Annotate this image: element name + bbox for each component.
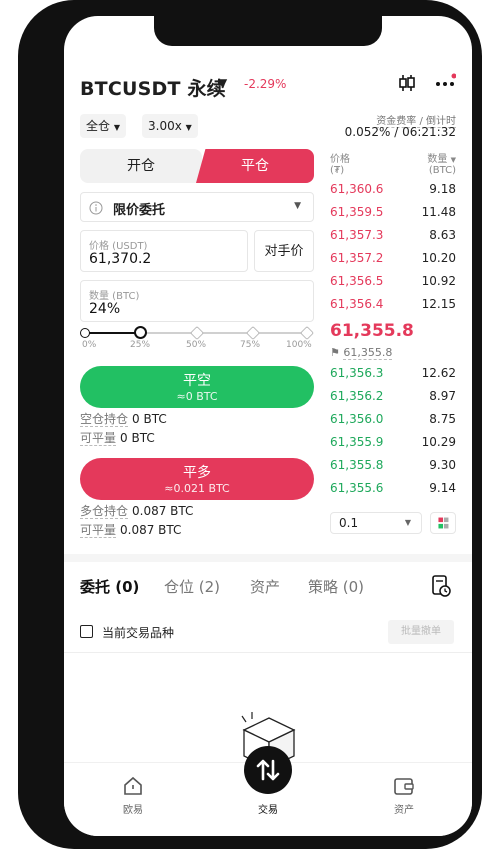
batch-cancel-button[interactable]: 批量撤单 (388, 620, 454, 644)
ask-row[interactable]: 61,357.2 10.20 (330, 251, 456, 274)
short-holding-row: 空仓持仓 0 BTC (80, 412, 167, 427)
orderbook-price-header: 价格 (₮) (330, 154, 350, 176)
symbol-title[interactable]: BTCUSDT 永续 (80, 74, 226, 101)
close-short-amount: ≈0 BTC (176, 390, 218, 403)
close-long-button[interactable]: 平多 ≈0.021 BTC (80, 458, 314, 500)
phone-frame: BTCUSDT 永续 ▼ -2.29% 全仓 ▼ 3.00x ▼ 资金费率 / … (18, 0, 482, 849)
slider-mark-100[interactable] (299, 325, 315, 341)
slider-pct-label: 100% (286, 340, 312, 350)
bid-row[interactable]: 61,356.3 12.62 (330, 366, 456, 389)
tab-open[interactable]: 开仓 (80, 149, 202, 183)
tab-strategies[interactable]: 策略 (0) (308, 576, 364, 597)
close-short-label: 平空 (183, 373, 211, 389)
slider-pct-label: 25% (130, 340, 151, 350)
info-icon (89, 201, 103, 215)
order-type-select[interactable]: 限价委托 ▼ (80, 192, 314, 222)
ask-row[interactable]: 61,360.6 9.18 (330, 182, 456, 205)
slider-pct-label: 50% (186, 340, 207, 350)
tab-close[interactable]: 平仓 (196, 149, 314, 183)
slider-mark-0[interactable] (80, 328, 90, 338)
quantity-value[interactable]: 24% (89, 301, 120, 317)
ask-row[interactable]: 61,356.5 10.92 (330, 274, 456, 297)
divider (64, 652, 472, 653)
mark-price: ⚑ 61,355.8 (330, 346, 393, 360)
bid-row[interactable]: 61,355.6 9.14 (330, 481, 456, 504)
nav-assets-label[interactable]: 资产 (374, 801, 434, 816)
nav-trade-label[interactable]: 交易 (238, 801, 298, 816)
counterparty-price-button[interactable]: 对手价 (254, 230, 314, 272)
depth-select[interactable]: 0.1 ▼ (330, 512, 422, 534)
chevron-down-icon: ▼ (404, 518, 411, 527)
bid-row[interactable]: 61,356.2 8.97 (330, 389, 456, 412)
leverage-select[interactable]: 3.00x ▼ (142, 114, 198, 138)
candlestick-chart-icon[interactable] (396, 72, 418, 94)
price-input[interactable]: 价格 (USDT) 61,370.2 (80, 230, 248, 272)
notch (154, 16, 382, 46)
app-screen: BTCUSDT 永续 ▼ -2.29% 全仓 ▼ 3.00x ▼ 资金费率 / … (64, 16, 472, 836)
quantity-label: 数量 (BTC) (89, 291, 140, 302)
tab-orders[interactable]: 委托 (0) (80, 576, 139, 597)
long-holding-row: 多仓持仓 0.087 BTC (80, 504, 194, 519)
current-symbol-label[interactable]: 当前交易品种 (102, 624, 174, 641)
swap-arrows-icon (256, 759, 280, 781)
slider-mark-75[interactable] (245, 325, 261, 341)
order-history-icon[interactable] (430, 574, 452, 598)
home-icon[interactable] (122, 775, 144, 797)
ask-row[interactable]: 61,356.4 12.15 (330, 297, 456, 320)
bid-row[interactable]: 61,355.8 9.30 (330, 458, 456, 481)
slider-mark-50[interactable] (189, 325, 205, 341)
tab-positions[interactable]: 仓位 (2) (164, 576, 220, 597)
quantity-input[interactable]: 数量 (BTC) 24% (80, 280, 314, 322)
close-long-label: 平多 (183, 465, 211, 481)
symbol-dropdown-icon[interactable]: ▼ (218, 76, 227, 90)
short-closable-row: 可平量 0 BTC (80, 431, 155, 446)
trade-button[interactable] (244, 746, 292, 794)
last-price[interactable]: 61,355.8 (330, 321, 414, 341)
orderbook-qty-header[interactable]: 数量 ▼ (BTC) (427, 150, 456, 176)
nav-home-label[interactable]: 欧易 (103, 801, 163, 816)
flag-icon: ⚑ (330, 346, 340, 359)
section-divider (64, 554, 472, 562)
slider-knob[interactable] (134, 326, 147, 339)
long-closable-row: 可平量 0.087 BTC (80, 523, 182, 538)
close-short-button[interactable]: 平空 ≈0 BTC (80, 366, 314, 408)
funding-rate-value: 0.052% / 06:21:32 (344, 125, 456, 139)
price-value[interactable]: 61,370.2 (89, 251, 151, 267)
margin-mode-select[interactable]: 全仓 ▼ (80, 114, 126, 138)
bid-row[interactable]: 61,356.0 8.75 (330, 412, 456, 435)
order-type-label: 限价委托 (113, 203, 166, 218)
ask-row[interactable]: 61,359.5 11.48 (330, 205, 456, 228)
chevron-down-icon: ▼ (294, 201, 301, 211)
bid-row[interactable]: 61,355.9 10.29 (330, 435, 456, 458)
price-label: 价格 (USDT) (89, 241, 148, 252)
wallet-icon[interactable] (392, 775, 416, 797)
slider-pct-label: 0% (82, 340, 97, 350)
slider-pct-label: 75% (240, 340, 261, 350)
current-symbol-checkbox[interactable] (80, 625, 93, 638)
tab-assets[interactable]: 资产 (250, 576, 280, 597)
close-long-amount: ≈0.021 BTC (164, 482, 230, 495)
ask-row[interactable]: 61,357.3 8.63 (330, 228, 456, 251)
orderbook-layout-icon[interactable] (430, 512, 456, 534)
more-icon[interactable] (434, 72, 456, 94)
price-change: -2.29% (244, 77, 287, 91)
